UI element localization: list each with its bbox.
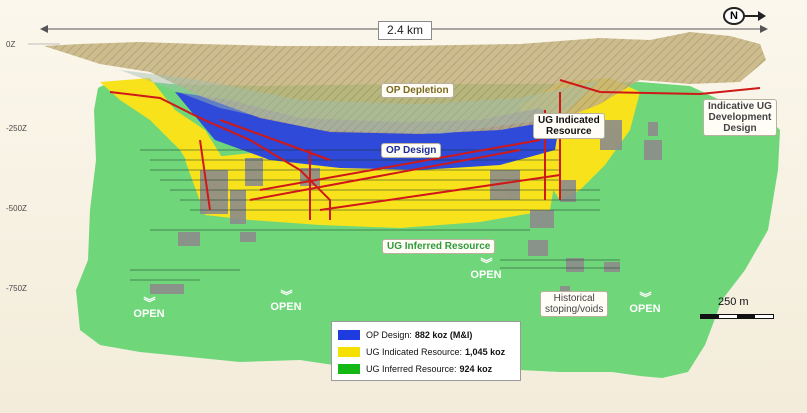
open-label: OPEN bbox=[470, 269, 502, 281]
open-marker-3: ︾ OPEN bbox=[461, 257, 511, 281]
elevation-label-750: -750Z bbox=[6, 284, 27, 293]
legend-name: OP Design: bbox=[366, 329, 412, 340]
north-label: N bbox=[730, 10, 738, 22]
north-arrow-pointer-icon bbox=[744, 11, 766, 21]
indicative-ug-label: Indicative UG Development Design bbox=[703, 99, 777, 136]
historical-stoping-label: Historical stoping/voids bbox=[540, 291, 609, 317]
long-section-diagram: 0Z -250Z -500Z -750Z 2.4 km N OP Depleti… bbox=[0, 0, 807, 413]
ug-indicated-label: UG Indicated Resource bbox=[533, 113, 605, 139]
legend-value: 924 koz bbox=[459, 363, 493, 374]
open-label: OPEN bbox=[270, 301, 302, 313]
legend-item-ug-inferred: UG Inferred Resource: 924 koz bbox=[338, 360, 514, 377]
north-arrow-icon: N bbox=[723, 7, 745, 25]
chevron-down-icon: ︾ bbox=[143, 296, 155, 310]
legend-value: 1,045 koz bbox=[465, 346, 506, 357]
legend-item-ug-indicated: UG Indicated Resource: 1,045 koz bbox=[338, 343, 514, 360]
op-design-label: OP Design bbox=[381, 143, 442, 158]
legend-swatch bbox=[338, 363, 360, 374]
op-depletion-label: OP Depletion bbox=[381, 83, 454, 98]
legend-name: UG Indicated Resource: bbox=[366, 346, 463, 357]
open-label: OPEN bbox=[629, 303, 661, 315]
legend-value: 882 koz (M&I) bbox=[414, 329, 473, 340]
legend-name: UG Inferred Resource: bbox=[366, 363, 457, 374]
scale-bar bbox=[700, 314, 774, 319]
dimension-arrow-right bbox=[760, 25, 768, 33]
open-marker-1: ︾ OPEN bbox=[124, 296, 174, 320]
dimension-arrow-left bbox=[40, 25, 48, 33]
open-marker-4: ︾ OPEN bbox=[620, 291, 670, 315]
open-label: OPEN bbox=[133, 308, 165, 320]
legend-swatch bbox=[338, 346, 360, 357]
elevation-label-500: -500Z bbox=[6, 204, 27, 213]
chevron-down-icon: ︾ bbox=[639, 291, 651, 305]
chevron-down-icon: ︾ bbox=[480, 257, 492, 271]
ug-inferred-label: UG Inferred Resource bbox=[382, 239, 496, 254]
open-marker-2: ︾ OPEN bbox=[261, 289, 311, 313]
dimension-label: 2.4 km bbox=[378, 21, 432, 40]
legend-item-op-design: OP Design: 882 koz (M&I) bbox=[338, 326, 514, 343]
chevron-down-icon: ︾ bbox=[280, 289, 292, 303]
legend: OP Design: 882 koz (M&I) UG Indicated Res… bbox=[331, 321, 521, 381]
elevation-label-0: 0Z bbox=[6, 40, 16, 49]
elevation-label-250: -250Z bbox=[6, 124, 27, 133]
scale-label: 250 m bbox=[718, 296, 749, 308]
legend-swatch bbox=[338, 329, 360, 340]
